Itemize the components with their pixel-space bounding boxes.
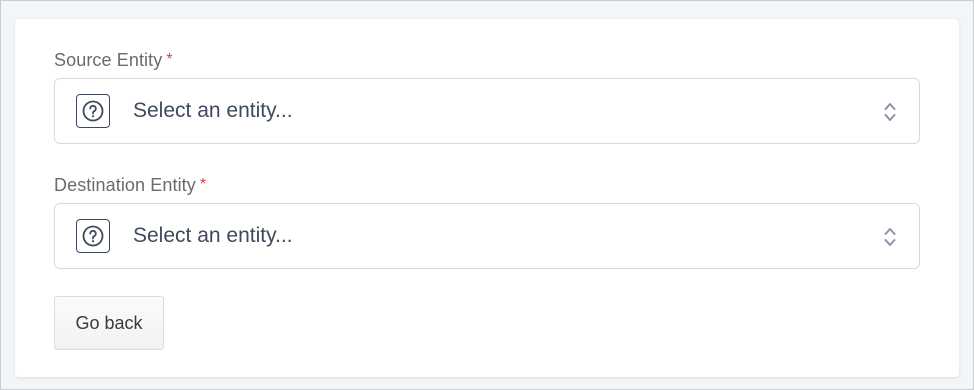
destination-entity-field: Destination Entity * Select an entity... xyxy=(54,174,920,269)
required-indicator: * xyxy=(166,51,173,68)
chevron-up-down-icon xyxy=(884,228,896,246)
form-card: Source Entity * Select an entity... Desti… xyxy=(15,19,959,377)
source-entity-label: Source Entity * xyxy=(54,49,920,71)
destination-entity-label-text: Destination Entity xyxy=(54,175,196,195)
source-entity-field: Source Entity * Select an entity... xyxy=(54,49,920,144)
question-circle-icon xyxy=(76,219,110,253)
source-entity-label-text: Source Entity xyxy=(54,50,163,70)
destination-entity-select[interactable]: Select an entity... xyxy=(54,203,920,269)
source-entity-placeholder: Select an entity... xyxy=(133,99,293,122)
chevron-up-down-icon xyxy=(884,103,896,121)
question-circle-icon xyxy=(76,94,110,128)
destination-entity-label: Destination Entity * xyxy=(54,174,920,196)
go-back-button[interactable]: Go back xyxy=(54,296,164,350)
destination-entity-placeholder: Select an entity... xyxy=(133,224,293,247)
required-indicator: * xyxy=(199,176,207,193)
source-entity-select[interactable]: Select an entity... xyxy=(54,78,920,144)
